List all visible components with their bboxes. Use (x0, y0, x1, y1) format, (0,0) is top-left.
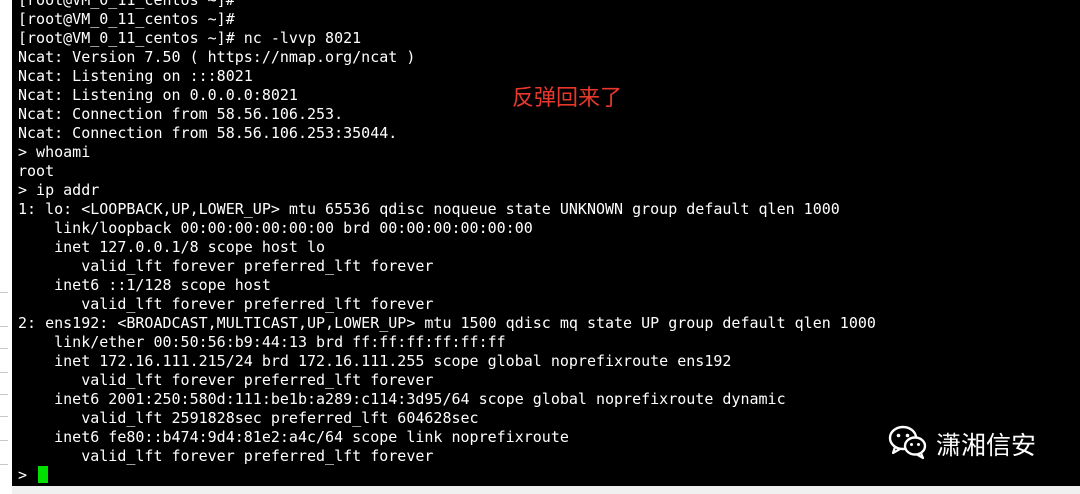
terminal-line: [root@VM_0_11_centos ~]# nc -lvvp 8021 (18, 29, 362, 47)
terminal-line: link/loopback 00:00:00:00:00:00 brd 00:0… (18, 219, 533, 237)
gutter-tick (0, 348, 8, 349)
annotation-label: 反弹回来了 (512, 86, 623, 111)
terminal-line: inet 127.0.0.1/8 scope host lo (18, 238, 326, 256)
terminal-line: inet 172.16.111.215/24 brd 172.16.111.25… (18, 352, 732, 370)
terminal-line: 1: lo: <LOOPBACK,UP,LOWER_UP> mtu 65536 … (18, 200, 840, 218)
terminal-line: valid_lft forever preferred_lft forever (18, 447, 434, 465)
terminal-line: valid_lft forever preferred_lft forever (18, 257, 434, 275)
gutter-tick (0, 372, 8, 373)
terminal-line: valid_lft 2591828sec preferred_lft 60462… (18, 409, 479, 427)
terminal-line: > whoami (18, 143, 91, 161)
terminal-line: root (18, 162, 55, 180)
terminal-prompt: > (18, 466, 37, 484)
gutter-tick (0, 440, 8, 441)
window-bottom-edge (12, 486, 1080, 494)
terminal-output: [root@VM_0_11_centos ~]# [root@VM_0_11_c… (18, 0, 876, 485)
terminal-line: Ncat: Version 7.50 ( https://nmap.org/nc… (18, 48, 416, 66)
watermark-text: 潇湘信安 (936, 431, 1037, 460)
watermark: 潇湘信安 (888, 424, 1036, 464)
terminal-line: [root@VM_0_11_centos ~]# (18, 10, 235, 28)
terminal-line: Ncat: Connection from 58.56.106.253. (18, 105, 344, 123)
terminal-line: inet6 ::1/128 scope host (18, 276, 271, 294)
gutter-tick (0, 292, 8, 293)
wechat-icon (888, 424, 928, 465)
terminal-line: valid_lft forever preferred_lft forever (18, 371, 434, 389)
terminal-line: > ip addr (18, 181, 100, 199)
terminal-line: Ncat: Listening on :::8021 (18, 67, 253, 85)
terminal-line: inet6 2001:250:580d:111:be1b:a289:c114:3… (18, 390, 786, 408)
window-left-gutter (0, 0, 12, 494)
terminal-line: Ncat: Connection from 58.56.106.253:3504… (18, 124, 398, 142)
gutter-tick (0, 416, 8, 417)
terminal-window[interactable]: [root@VM_0_11_centos ~]# [root@VM_0_11_c… (12, 0, 1080, 486)
terminal-line: Ncat: Listening on 0.0.0.0:8021 (18, 86, 298, 104)
gutter-tick (0, 464, 8, 465)
terminal-line: valid_lft forever preferred_lft forever (18, 295, 434, 313)
terminal-line: link/ether 00:50:56:b9:44:13 brd ff:ff:f… (18, 333, 506, 351)
gutter-tick (0, 394, 8, 395)
terminal-input-line[interactable]: > (18, 466, 876, 485)
terminal-line: [root@VM_0_11_centos ~]# (18, 0, 235, 9)
gutter-tick (0, 326, 8, 327)
terminal-line: inet6 fe80::b474:9d4:81e2:a4c/64 scope l… (18, 428, 569, 446)
text-cursor (38, 466, 49, 483)
terminal-line: 2: ens192: <BROADCAST,MULTICAST,UP,LOWER… (18, 314, 876, 332)
